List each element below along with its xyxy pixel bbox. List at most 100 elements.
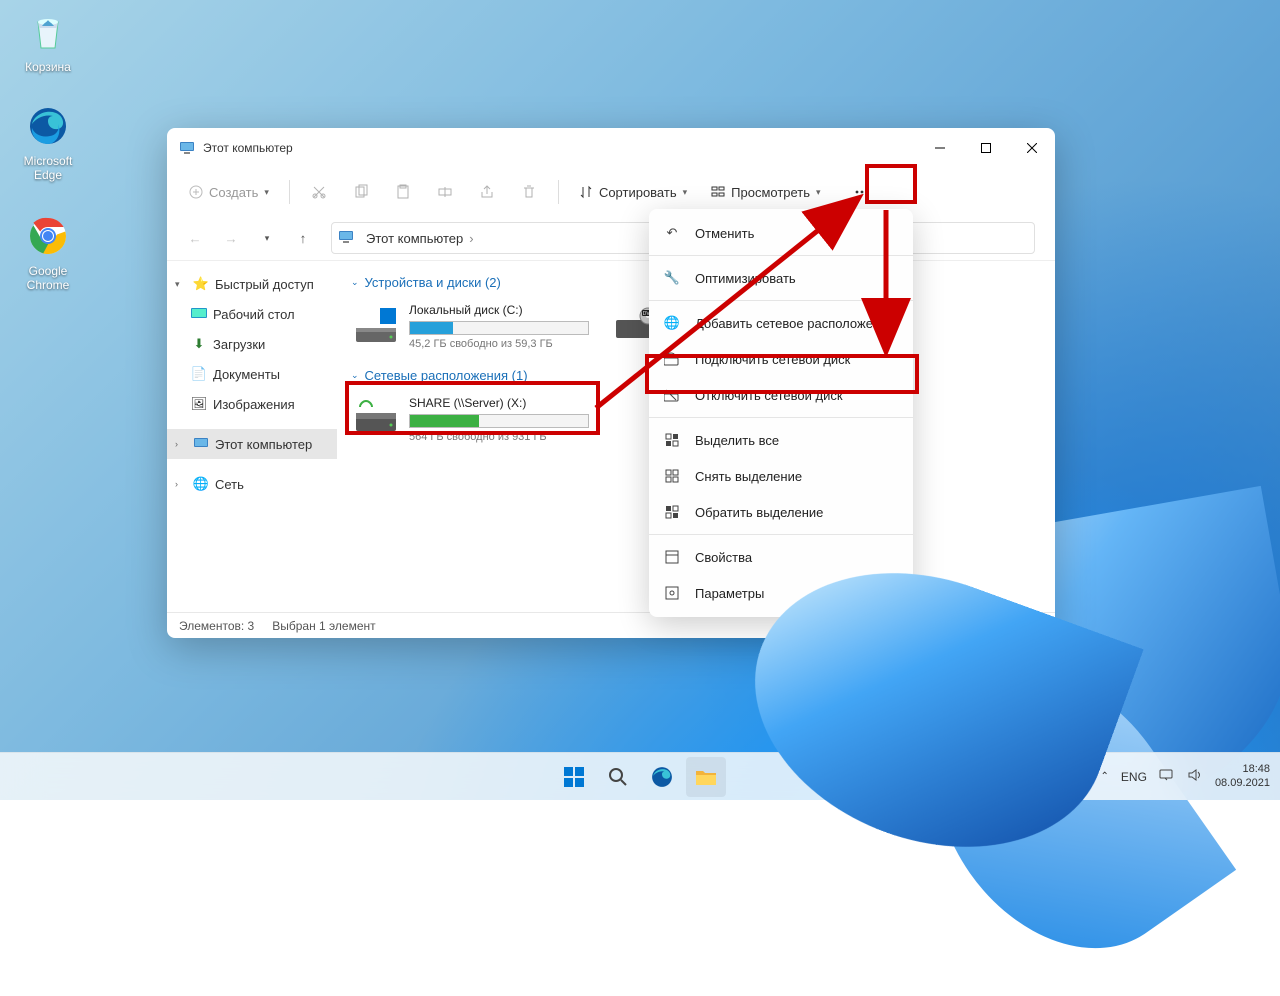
star-icon: ⭐ [193,276,209,292]
scissors-icon [311,184,327,200]
tray-network-icon[interactable] [1159,768,1175,785]
close-button[interactable] [1009,128,1055,168]
tray-language[interactable]: ENG [1121,770,1147,784]
menu-invert-selection[interactable]: Обратить выделение [649,494,913,530]
sort-button[interactable]: Сортировать▾ [569,175,697,209]
cut-button[interactable] [300,175,338,209]
desktop-icon-label: Google Chrome [10,264,86,292]
copy-icon [353,184,369,200]
view-icon [711,185,725,199]
network-icon: 🌐 [193,476,209,492]
windows-icon [563,766,585,788]
sort-icon [579,185,593,199]
menu-optimize[interactable]: 🔧Оптимизировать [649,260,913,296]
search-icon [608,767,628,787]
nav-row: ← → ▾ ↑ Этот компьютер › [167,216,1055,260]
invert-selection-icon [663,503,681,521]
select-none-icon [663,467,681,485]
share-button[interactable] [468,175,506,209]
recycle-bin-icon [24,8,72,56]
view-button[interactable]: Просмотреть▾ [701,175,830,209]
up-button[interactable]: ↑ [287,222,319,254]
undo-icon: ↶ [663,224,681,242]
desktop-icon-label: Microsoft Edge [10,154,86,182]
menu-add-network-location[interactable]: 🌐Добавить сетевое расположение [649,305,913,341]
sidebar-network[interactable]: › 🌐 Сеть [167,469,337,499]
explorer-window: Этот компьютер Создать▾ Сортировать▾ Про… [167,128,1055,638]
this-pc-icon [193,436,209,452]
tray-clock[interactable]: 18:48 08.09.2021 [1215,763,1270,791]
item-count: Элементов: 3 [179,619,254,633]
more-context-menu: ↶Отменить 🔧Оптимизировать 🌐Добавить сете… [649,209,913,617]
pictures-icon: 🖼 [191,396,207,412]
menu-select-none[interactable]: Снять выделение [649,458,913,494]
menu-undo[interactable]: ↶Отменить [649,215,913,251]
delete-button[interactable] [510,175,548,209]
taskbar-explorer[interactable] [686,757,726,797]
back-button[interactable]: ← [179,222,211,254]
select-all-icon [663,431,681,449]
command-bar: Создать▾ Сортировать▾ Просмотреть▾ [167,168,1055,216]
window-title: Этот компьютер [203,141,293,155]
chevron-right-icon: › [175,439,187,449]
sidebar-documents[interactable]: 📄Документы [167,359,337,389]
selection-count: Выбран 1 элемент [272,619,375,633]
annotation-disconnect-highlight [645,354,919,394]
wrench-icon: 🔧 [663,269,681,287]
copy-button[interactable] [342,175,380,209]
new-button[interactable]: Создать▾ [179,175,279,209]
forward-button[interactable]: → [215,222,247,254]
sidebar-quick-access[interactable]: ▾ ⭐ Быстрый доступ [167,269,337,299]
recent-locations-button[interactable]: ▾ [251,222,283,254]
edge-icon [651,766,673,788]
tray-volume-icon[interactable] [1187,768,1203,785]
options-icon [663,584,681,602]
system-tray: ⌃ ENG 18:48 08.09.2021 [1101,763,1280,791]
sidebar: ▾ ⭐ Быстрый доступ Рабочий стол ⬇Загрузк… [167,261,337,612]
chevron-right-icon: › [467,231,475,246]
chevron-down-icon: ⌄ [351,277,359,288]
this-pc-icon [179,140,195,156]
sidebar-this-pc[interactable]: › Этот компьютер [167,429,337,459]
titlebar: Этот компьютер [167,128,1055,168]
folder-icon [695,767,717,787]
desktop-icon-label: Корзина [10,60,86,74]
menu-select-all[interactable]: Выделить все [649,422,913,458]
maximize-button[interactable] [963,128,1009,168]
menu-properties[interactable]: Свойства [649,539,913,575]
desktop-icon-edge[interactable]: Microsoft Edge [10,102,86,182]
chevron-right-icon: › [175,479,187,489]
share-icon [479,184,495,200]
start-button[interactable] [554,757,594,797]
taskbar-edge[interactable] [642,757,682,797]
trash-icon [521,184,537,200]
globe-icon: 🌐 [663,314,681,332]
desktop-icon [191,306,207,322]
chevron-down-icon: ⌄ [351,370,359,381]
tray-show-hidden[interactable]: ⌃ [1101,771,1109,782]
annotation-more-highlight [865,164,917,204]
rename-button[interactable] [426,175,464,209]
properties-icon [663,548,681,566]
breadcrumb-this-pc[interactable]: Этот компьютер [362,231,467,246]
annotation-drive-highlight [345,381,600,435]
minimize-button[interactable] [917,128,963,168]
clipboard-icon [395,184,411,200]
desktop-icon-chrome[interactable]: Google Chrome [10,212,86,292]
plus-circle-icon [189,185,203,199]
chrome-icon [24,212,72,260]
chevron-down-icon: ▾ [175,279,187,290]
sidebar-pictures[interactable]: 🖼Изображения [167,389,337,419]
edge-icon [24,102,72,150]
download-icon: ⬇ [191,336,207,352]
this-pc-icon [338,229,354,248]
paste-button[interactable] [384,175,422,209]
drive-local-c[interactable]: Локальный диск (C:) 45,2 ГБ свободно из … [351,298,591,354]
drive-icon [353,303,399,349]
search-button[interactable] [598,757,638,797]
document-icon: 📄 [191,366,207,382]
sidebar-desktop[interactable]: Рабочий стол [167,299,337,329]
sidebar-downloads[interactable]: ⬇Загрузки [167,329,337,359]
rename-icon [437,184,453,200]
desktop-icon-recycle-bin[interactable]: Корзина [10,8,86,74]
